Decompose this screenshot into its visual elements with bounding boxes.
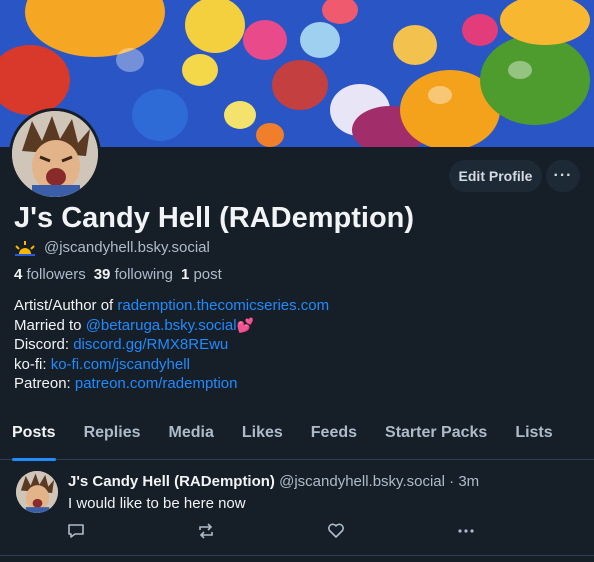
spouse-mention-link[interactable]: @betaruga.bsky.social	[86, 317, 237, 334]
avatar-portrait	[12, 111, 98, 197]
more-icon: ···	[553, 167, 573, 184]
profile-avatar[interactable]	[9, 108, 101, 200]
post-timestamp[interactable]: 3m	[458, 473, 479, 490]
profile-more-button[interactable]: ···	[546, 160, 580, 192]
reply-icon[interactable]	[66, 521, 86, 541]
post-header: J's Candy Hell (RADemption) @jscandyhell…	[68, 473, 479, 490]
followers-stat[interactable]: 4 followers	[14, 266, 86, 283]
bio-line-kofi: ko-fi: ko-fi.com/jscandyhell	[14, 355, 190, 373]
post-author-avatar[interactable]	[16, 471, 58, 513]
profile-handle-row: @jscandyhell.bsky.social	[14, 239, 210, 256]
tab-replies[interactable]: Replies	[84, 410, 141, 460]
profile-tabs: Posts Replies Media Likes Feeds Starter …	[0, 410, 594, 461]
avatar-portrait	[16, 471, 58, 513]
bio-line-discord: Discord: discord.gg/RMX8REwu	[14, 336, 229, 353]
repost-icon[interactable]	[196, 521, 216, 541]
profile-bio: Artist/Author of rademption.thecomicseri…	[14, 296, 329, 394]
more-icon[interactable]	[456, 521, 476, 541]
posts-stat: 1 post	[180, 266, 222, 283]
tab-posts[interactable]: Posts	[12, 410, 56, 461]
tab-media[interactable]: Media	[169, 410, 214, 460]
following-stat[interactable]: 39 following	[94, 266, 173, 283]
feed-post[interactable]: J's Candy Hell (RADemption) @jscandyhell…	[0, 461, 594, 556]
comic-link[interactable]: rademption.thecomicseries.com	[117, 297, 329, 314]
tab-lists[interactable]: Lists	[515, 410, 552, 460]
heart-icon[interactable]	[326, 521, 346, 541]
tab-starter-packs[interactable]: Starter Packs	[385, 410, 487, 460]
post-text: I would like to be here now	[68, 495, 246, 512]
bio-line-patreon: Patreon: patreon.com/rademption	[14, 375, 238, 392]
post-separator: ·	[449, 473, 455, 490]
discord-link[interactable]: discord.gg/RMX8REwu	[73, 336, 228, 353]
bio-line-author: Artist/Author of rademption.thecomicseri…	[14, 297, 330, 314]
profile-stats: 4 followers 39 following 1 post	[14, 266, 222, 283]
tab-likes[interactable]: Likes	[242, 410, 283, 460]
post-author-handle[interactable]: @jscandyhell.bsky.social	[279, 473, 445, 490]
sun-icon	[15, 240, 35, 256]
hearts-emoji-icon: 💕	[236, 316, 254, 333]
patreon-link[interactable]: patreon.com/rademption	[75, 375, 238, 392]
profile-display-name: J's Candy Hell (RADemption)	[14, 202, 415, 234]
tab-feeds[interactable]: Feeds	[311, 410, 357, 460]
post-author-name[interactable]: J's Candy Hell (RADemption)	[68, 473, 275, 490]
profile-handle: @jscandyhell.bsky.social	[44, 239, 210, 256]
edit-profile-button[interactable]: Edit Profile	[449, 160, 542, 192]
bio-line-married: Married to @betaruga.bsky.social💕	[14, 316, 254, 334]
kofi-link[interactable]: ko-fi.com/jscandyhell	[51, 356, 190, 373]
